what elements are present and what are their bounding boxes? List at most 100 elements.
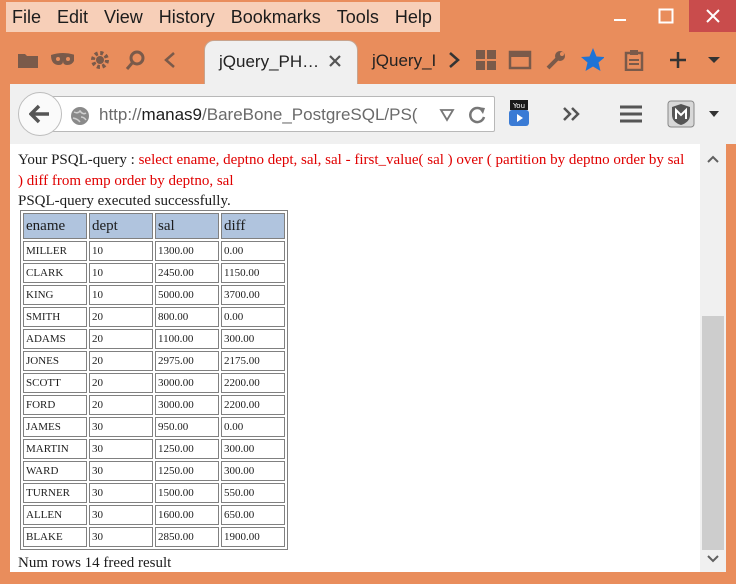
cell-ename: MILLER bbox=[23, 241, 87, 261]
query-status: PSQL-query executed successfully. bbox=[18, 193, 231, 209]
cell-sal: 1100.00 bbox=[155, 329, 219, 349]
chevron-down-icon bbox=[707, 555, 719, 563]
cell-diff: 0.00 bbox=[221, 241, 285, 261]
cell-sal: 1600.00 bbox=[155, 505, 219, 525]
minimize-button[interactable] bbox=[597, 0, 643, 32]
svg-text:You: You bbox=[512, 102, 525, 110]
cell-ename: ALLEN bbox=[23, 505, 87, 525]
column-header-diff: diff bbox=[221, 213, 285, 239]
tab-list-dropdown-icon[interactable] bbox=[702, 48, 726, 72]
wrench-icon[interactable] bbox=[544, 48, 568, 72]
cell-sal: 5000.00 bbox=[155, 285, 219, 305]
cell-dept: 10 bbox=[89, 285, 153, 305]
search-icon[interactable] bbox=[124, 48, 148, 72]
gear-icon[interactable] bbox=[88, 48, 112, 72]
cell-sal: 950.00 bbox=[155, 417, 219, 437]
table-row: TURNER 30 1500.00 550.00 bbox=[23, 483, 285, 503]
table-header-row: ename dept sal diff bbox=[23, 213, 285, 239]
cell-diff: 650.00 bbox=[221, 505, 285, 525]
close-window-button[interactable] bbox=[689, 0, 736, 32]
url-prefix: http:// bbox=[99, 105, 142, 124]
cell-dept: 10 bbox=[89, 263, 153, 283]
menu-bookmarks[interactable]: Bookmarks bbox=[231, 7, 321, 28]
url-bar[interactable]: http://manas9/BareBone_PostgreSQL/PS( bbox=[52, 96, 495, 132]
cell-diff: 3700.00 bbox=[221, 285, 285, 305]
cell-sal: 1250.00 bbox=[155, 439, 219, 459]
tab-close-icon[interactable] bbox=[325, 51, 345, 71]
menu-edit[interactable]: Edit bbox=[57, 7, 88, 28]
addon-dropdown-button[interactable] bbox=[706, 98, 722, 130]
cell-dept: 20 bbox=[89, 395, 153, 415]
table-row: ALLEN 30 1600.00 650.00 bbox=[23, 505, 285, 525]
cell-sal: 2850.00 bbox=[155, 527, 219, 547]
youtube-addon-button[interactable]: You bbox=[506, 98, 532, 130]
cell-diff: 1150.00 bbox=[221, 263, 285, 283]
bookmark-star-icon[interactable] bbox=[580, 48, 604, 72]
tab-scroll-right-icon[interactable] bbox=[442, 48, 466, 72]
cell-ename: MARTIN bbox=[23, 439, 87, 459]
menu-history[interactable]: History bbox=[159, 7, 215, 28]
table-row: ADAMS 20 1100.00 300.00 bbox=[23, 329, 285, 349]
table-row: MARTIN 30 1250.00 300.00 bbox=[23, 439, 285, 459]
tab-groups-icon[interactable] bbox=[474, 48, 498, 72]
cell-ename: BLAKE bbox=[23, 527, 87, 547]
menu-tools[interactable]: Tools bbox=[337, 7, 379, 28]
table-row: MILLER 10 1300.00 0.00 bbox=[23, 241, 285, 261]
cell-diff: 300.00 bbox=[221, 439, 285, 459]
scroll-up-button[interactable] bbox=[700, 148, 726, 170]
cell-ename: WARD bbox=[23, 461, 87, 481]
cell-sal: 800.00 bbox=[155, 307, 219, 327]
url-path: /BareBone_PostgreSQL/PS( bbox=[202, 105, 418, 124]
reload-icon[interactable] bbox=[467, 105, 487, 125]
tab-active[interactable]: jQuery_PH… bbox=[204, 40, 358, 86]
folder-icon[interactable] bbox=[16, 48, 40, 72]
cell-dept: 30 bbox=[89, 461, 153, 481]
table-row: SCOTT 20 3000.00 2200.00 bbox=[23, 373, 285, 393]
tab-scroll-left-icon[interactable] bbox=[158, 48, 182, 72]
tab-inactive[interactable]: jQuery_I bbox=[362, 44, 438, 80]
shield-m-icon bbox=[667, 100, 695, 128]
menu-strip: File Edit View History Bookmarks Tools H… bbox=[6, 2, 440, 32]
vertical-scrollbar[interactable] bbox=[700, 144, 726, 572]
new-tab-icon[interactable] bbox=[666, 48, 690, 72]
cell-sal: 3000.00 bbox=[155, 395, 219, 415]
cell-sal: 1250.00 bbox=[155, 461, 219, 481]
table-row: CLARK 10 2450.00 1150.00 bbox=[23, 263, 285, 283]
back-arrow-icon bbox=[29, 104, 49, 124]
cell-sal: 2975.00 bbox=[155, 351, 219, 371]
cell-diff: 2200.00 bbox=[221, 395, 285, 415]
cell-diff: 300.00 bbox=[221, 329, 285, 349]
cell-sal: 3000.00 bbox=[155, 373, 219, 393]
back-button[interactable] bbox=[18, 92, 62, 136]
cell-dept: 30 bbox=[89, 483, 153, 503]
youtube-icon: You bbox=[509, 100, 529, 126]
navigation-bar: http://manas9/BareBone_PostgreSQL/PS( Yo… bbox=[10, 84, 736, 144]
menu-help[interactable]: Help bbox=[395, 7, 432, 28]
menu-view[interactable]: View bbox=[104, 7, 143, 28]
menu-button[interactable] bbox=[618, 98, 644, 130]
window-bottom-border bbox=[10, 572, 726, 584]
mask-icon[interactable] bbox=[50, 48, 74, 72]
cell-ename: SCOTT bbox=[23, 373, 87, 393]
chevron-up-icon bbox=[707, 155, 719, 163]
close-icon bbox=[705, 9, 720, 23]
url-host: manas9 bbox=[141, 105, 203, 124]
minimize-icon bbox=[614, 19, 626, 21]
clipboard-icon[interactable] bbox=[622, 48, 646, 72]
tab-inactive-title: jQuery_I bbox=[372, 51, 437, 70]
sidebar-icon[interactable] bbox=[508, 48, 532, 72]
scroll-down-button[interactable] bbox=[700, 548, 726, 570]
table-row: KING 10 5000.00 3700.00 bbox=[23, 285, 285, 305]
cell-ename: ADAMS bbox=[23, 329, 87, 349]
menu-file[interactable]: File bbox=[12, 7, 41, 28]
addon-shield-button[interactable] bbox=[666, 98, 696, 130]
cell-ename: JAMES bbox=[23, 417, 87, 437]
overflow-chevron-button[interactable] bbox=[560, 98, 584, 130]
cell-dept: 30 bbox=[89, 439, 153, 459]
maximize-button[interactable] bbox=[643, 0, 689, 32]
tab-bar: jQuery_PH… jQuery_I bbox=[0, 34, 736, 86]
scrollbar-thumb[interactable] bbox=[702, 316, 724, 550]
url-history-dropdown-icon[interactable] bbox=[439, 108, 455, 122]
result-footer: Num rows 14 freed result bbox=[18, 555, 172, 571]
url-text[interactable]: http://manas9/BareBone_PostgreSQL/PS( bbox=[99, 105, 425, 125]
